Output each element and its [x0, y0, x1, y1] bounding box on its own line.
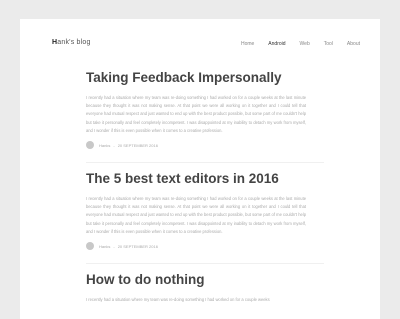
post-date: 20 SEPTEMBER 2016 — [117, 142, 158, 148]
nav-item-tool[interactable]: Tool — [324, 41, 333, 47]
avatar-icon — [86, 242, 94, 251]
nav-item-about[interactable]: About — [347, 41, 360, 47]
post-date: 20 SEPTEMBER 2016 — [117, 243, 158, 249]
blog-card: Hank's blog Home Android Web Tool About … — [20, 19, 380, 319]
avatar-icon — [86, 141, 94, 150]
logo-text: ank's blog — [57, 39, 91, 46]
site-header: Hank's blog Home Android Web Tool About — [20, 19, 380, 69]
nav-item-home[interactable]: Home — [241, 41, 254, 47]
post-item: The 5 best text editors in 2016 I recent… — [86, 171, 306, 251]
post-meta: Hanks - 20 SEPTEMBER 2016 — [86, 242, 306, 251]
post-author[interactable]: Hanks — [99, 244, 110, 249]
nav-item-android[interactable]: Android — [268, 41, 285, 47]
post-divider — [86, 263, 324, 264]
post-excerpt: I recently had a situation where my team… — [86, 95, 306, 133]
post-item: How to do nothing I recently had a situa… — [86, 272, 306, 304]
post-meta: Hanks - 20 SEPTEMBER 2016 — [86, 141, 306, 150]
post-title[interactable]: Taking Feedback Impersonally — [86, 70, 306, 86]
main-nav: Home Android Web Tool About — [227, 41, 360, 47]
post-item: Taking Feedback Impersonally I recently … — [86, 70, 306, 150]
post-divider — [86, 162, 324, 163]
post-excerpt: I recently had a situation where my team… — [86, 297, 270, 302]
post-title[interactable]: The 5 best text editors in 2016 — [86, 171, 306, 187]
meta-separator: - — [113, 243, 115, 249]
site-logo[interactable]: Hank's blog — [52, 39, 91, 46]
post-excerpt: I recently had a situation where my team… — [86, 196, 306, 234]
post-title[interactable]: How to do nothing — [86, 272, 306, 288]
post-author[interactable]: Hanks — [99, 143, 110, 148]
meta-separator: - — [113, 142, 115, 148]
nav-item-web[interactable]: Web — [300, 41, 310, 47]
